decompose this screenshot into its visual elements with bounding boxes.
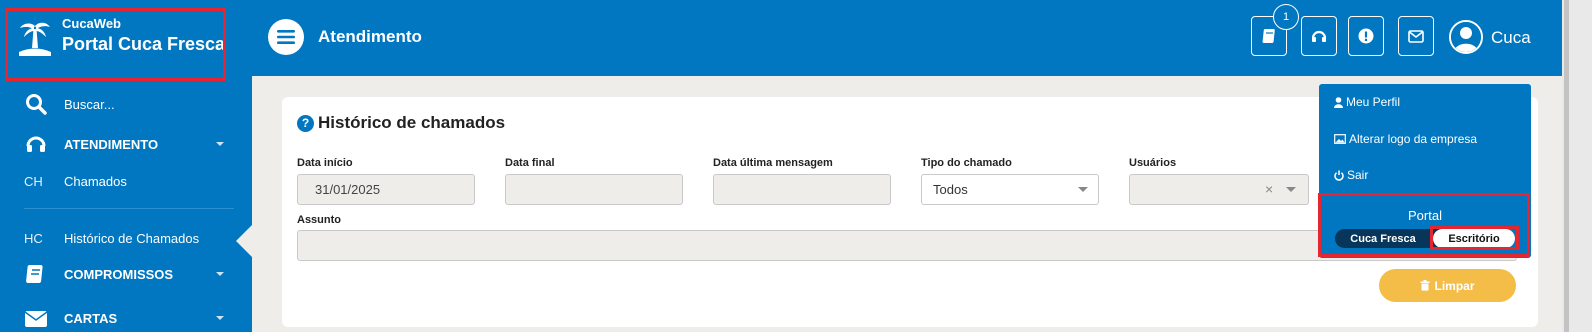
trash-icon (1420, 280, 1430, 291)
book-icon (1262, 29, 1275, 43)
menu-item-sair[interactable]: Sair (1334, 168, 1368, 182)
headset-icon (24, 132, 48, 156)
usuarios-label: Usuários (1129, 157, 1177, 169)
usuarios-select[interactable] (1129, 174, 1309, 205)
brand-highlight-box (5, 8, 226, 81)
alert-button[interactable] (1348, 16, 1384, 56)
data-inicio-input[interactable]: 31/01/2025 (297, 174, 475, 205)
menu-item-meu-perfil[interactable]: Meu Perfil (1334, 95, 1400, 109)
portal-title: Portal (1408, 208, 1442, 223)
sidebar-item-abbr: CH (24, 173, 43, 189)
power-icon (1334, 170, 1344, 181)
sidebar-item-cartas[interactable]: CARTAS (0, 300, 252, 332)
scrollbar-thumb[interactable] (1564, 0, 1569, 332)
sidebar-item-label: Histórico de Chamados (64, 230, 200, 246)
user-name[interactable]: Cuca (1491, 28, 1531, 48)
sidebar-item-label: CARTAS (64, 310, 118, 326)
image-icon (1334, 134, 1346, 144)
sidebar-item-abbr: HC (24, 230, 43, 246)
sidebar: CucaWeb Portal Cuca Fresca Buscar... ATE… (0, 0, 252, 332)
menu-item-label: Meu Perfil (1346, 95, 1401, 109)
alert-icon (1358, 28, 1374, 44)
tipo-chamado-value: Todos (933, 182, 968, 197)
data-ultima-label: Data última mensagem (713, 157, 833, 169)
avatar[interactable] (1449, 20, 1483, 54)
headset-icon (1311, 30, 1327, 42)
active-indicator (236, 225, 252, 257)
user-avatar-icon (1451, 22, 1481, 52)
chevron-down-icon (216, 272, 224, 276)
sidebar-divider (24, 208, 234, 209)
envelope-icon (24, 306, 48, 330)
question-circle-icon: ? (297, 114, 314, 132)
card-title-text: Histórico de chamados (318, 113, 506, 132)
data-inicio-label: Data início (297, 157, 353, 169)
data-final-input[interactable] (505, 174, 683, 205)
envelope-icon (1408, 29, 1424, 43)
assunto-label: Assunto (297, 214, 341, 226)
messages-button[interactable] (1398, 16, 1434, 56)
portal-option-cuca-fresca[interactable]: Cuca Fresca (1335, 229, 1431, 248)
sidebar-item-atendimento[interactable]: ATENDIMENTO (0, 126, 252, 162)
card-title: ? Histórico de chamados (297, 113, 505, 133)
atendimento-button[interactable] (1301, 16, 1337, 56)
escritorio-highlight-box (1430, 226, 1519, 250)
sidebar-item-chamados[interactable]: CH Chamados (0, 163, 252, 199)
hamburger-icon (277, 30, 295, 44)
search-label: Buscar... (64, 96, 115, 112)
menu-button[interactable] (268, 19, 304, 55)
sidebar-item-label: ATENDIMENTO (64, 136, 159, 152)
sidebar-item-historico[interactable]: HC Histórico de Chamados (0, 220, 252, 256)
clear-selection-icon[interactable]: × (1265, 181, 1273, 197)
data-final-label: Data final (505, 157, 555, 169)
menu-item-label: Alterar logo da empresa (1349, 132, 1478, 146)
book-icon (24, 262, 48, 286)
sidebar-item-compromissos[interactable]: COMPROMISSOS (0, 256, 252, 292)
sidebar-item-label: COMPROMISSOS (64, 266, 174, 282)
tipo-chamado-label: Tipo do chamado (921, 157, 1012, 169)
menu-item-alterar-logo[interactable]: Alterar logo da empresa (1334, 132, 1477, 146)
user-icon (1334, 96, 1343, 108)
tipo-chamado-select[interactable]: Todos (921, 174, 1099, 205)
page-title: Atendimento (318, 27, 422, 46)
chevron-down-icon (216, 316, 224, 320)
data-ultima-input[interactable] (713, 174, 891, 205)
clear-button[interactable]: Limpar (1379, 269, 1516, 302)
chevron-down-icon (1078, 187, 1088, 192)
clear-button-label: Limpar (1434, 278, 1475, 293)
search-icon (24, 92, 48, 116)
sidebar-search[interactable]: Buscar... (0, 86, 252, 122)
menu-item-label: Sair (1347, 168, 1369, 182)
chevron-down-icon (1286, 187, 1296, 192)
sidebar-item-label: Chamados (64, 173, 127, 189)
notification-badge: 1 (1273, 4, 1299, 30)
chevron-down-icon (216, 142, 224, 146)
